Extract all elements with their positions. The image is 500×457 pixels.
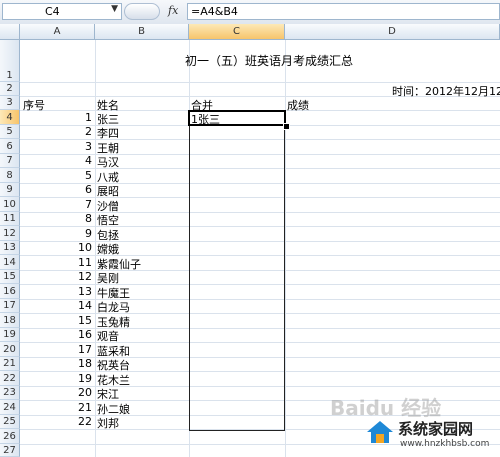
seq-cell[interactable]: 17 [20,343,92,356]
seq-cell[interactable]: 22 [20,415,92,428]
seq-cell[interactable]: 8 [20,212,92,225]
row-header[interactable]: 2 [0,82,20,96]
row-header[interactable]: 20 [0,342,20,357]
seq-cell[interactable]: 20 [20,386,92,399]
name-cell[interactable]: 宋江 [97,386,119,402]
gridline [285,40,286,457]
name-cell[interactable]: 嫦娥 [97,241,119,257]
name-cell[interactable]: 刘邦 [97,415,119,431]
row-header[interactable]: 3 [0,96,20,110]
column-header-a[interactable]: A [20,24,95,40]
column-header-d[interactable]: D [285,24,500,40]
seq-cell[interactable]: 5 [20,169,92,182]
row-header[interactable]: 6 [0,139,20,154]
header-score: 成绩 [287,99,309,112]
seq-cell[interactable]: 6 [20,183,92,196]
seq-cell[interactable]: 16 [20,328,92,341]
formula-buttons[interactable] [124,3,160,20]
insert-function-icon[interactable]: fx [168,4,178,17]
name-box[interactable]: C4 ▼ [2,3,122,20]
seq-cell[interactable]: 9 [20,227,92,240]
row-header[interactable]: 14 [0,255,20,270]
row-header[interactable]: 24 [0,400,20,415]
name-cell[interactable]: 吴刚 [97,270,119,286]
name-cell[interactable]: 马汉 [97,154,119,170]
column-header-c[interactable]: C [189,24,285,40]
selected-range-border [189,111,285,431]
row-header[interactable]: 5 [0,125,20,139]
row-header[interactable]: 17 [0,299,20,313]
name-cell[interactable]: 祝英台 [97,357,130,373]
name-cell[interactable]: 白龙马 [97,299,130,315]
sheet-title: 初一（五）班英语月考成绩汇总 [185,54,354,68]
house-logo-icon [367,421,393,443]
seq-cell[interactable]: 13 [20,285,92,298]
formula-bar: C4 ▼ fx =A4&B4 [0,0,500,25]
row-header[interactable]: 26 [0,429,20,444]
row-header[interactable]: 10 [0,197,20,212]
row-header[interactable]: 18 [0,313,20,328]
formula-text: =A4&B4 [191,5,238,18]
seq-cell[interactable]: 18 [20,357,92,370]
row-header[interactable]: 27 [0,444,20,457]
row-header[interactable]: 19 [0,328,20,342]
seq-cell[interactable]: 4 [20,154,92,167]
formula-input[interactable]: =A4&B4 [187,3,500,20]
gridline [95,40,96,457]
fill-handle[interactable] [283,123,290,130]
watermark: Baidu 经验 系统家园网 www.hnzkhbsb.com [330,392,500,457]
name-box-value: C4 [45,5,60,18]
seq-cell[interactable]: 1 [20,111,92,124]
row-header[interactable]: 15 [0,270,20,284]
row-header[interactable]: 9 [0,183,20,197]
row-header[interactable]: 11 [0,212,20,226]
column-header-b[interactable]: B [95,24,189,40]
name-cell[interactable]: 李四 [97,125,119,141]
seq-cell[interactable]: 2 [20,125,92,138]
row-header[interactable]: 22 [0,371,20,386]
brand-url: www.hnzkhbsb.com [400,439,490,449]
row-header[interactable]: 21 [0,357,20,371]
seq-cell[interactable]: 12 [20,270,92,283]
name-cell[interactable]: 悟空 [97,212,119,228]
row-header[interactable]: 4 [0,110,20,125]
seq-cell[interactable]: 19 [20,372,92,385]
row-header[interactable]: 7 [0,154,20,168]
seq-cell[interactable]: 14 [20,299,92,312]
row-header[interactable]: 8 [0,168,20,183]
seq-cell[interactable]: 3 [20,140,92,153]
row-header[interactable]: 13 [0,241,20,255]
time-label: 时间：2012年12月12 [392,85,500,98]
faint-watermark-text: Baidu 经验 [330,396,442,420]
brand-name: 系统家园网 [398,420,474,438]
row-header[interactable]: 23 [0,386,20,400]
name-cell[interactable]: 观音 [97,328,119,344]
row-header[interactable]: 16 [0,284,20,299]
name-cell[interactable]: 展昭 [97,183,119,199]
row-header[interactable]: 1 [0,40,20,82]
select-all-corner[interactable] [0,24,20,40]
seq-cell[interactable]: 10 [20,241,92,254]
row-header[interactable]: 12 [0,226,20,241]
c4-value[interactable]: 1张三 [191,111,220,127]
seq-cell[interactable]: 7 [20,198,92,211]
seq-cell[interactable]: 15 [20,314,92,327]
chevron-down-icon[interactable]: ▼ [111,4,118,14]
seq-cell[interactable]: 21 [20,401,92,414]
row-header[interactable]: 25 [0,415,20,429]
seq-cell[interactable]: 11 [20,256,92,269]
